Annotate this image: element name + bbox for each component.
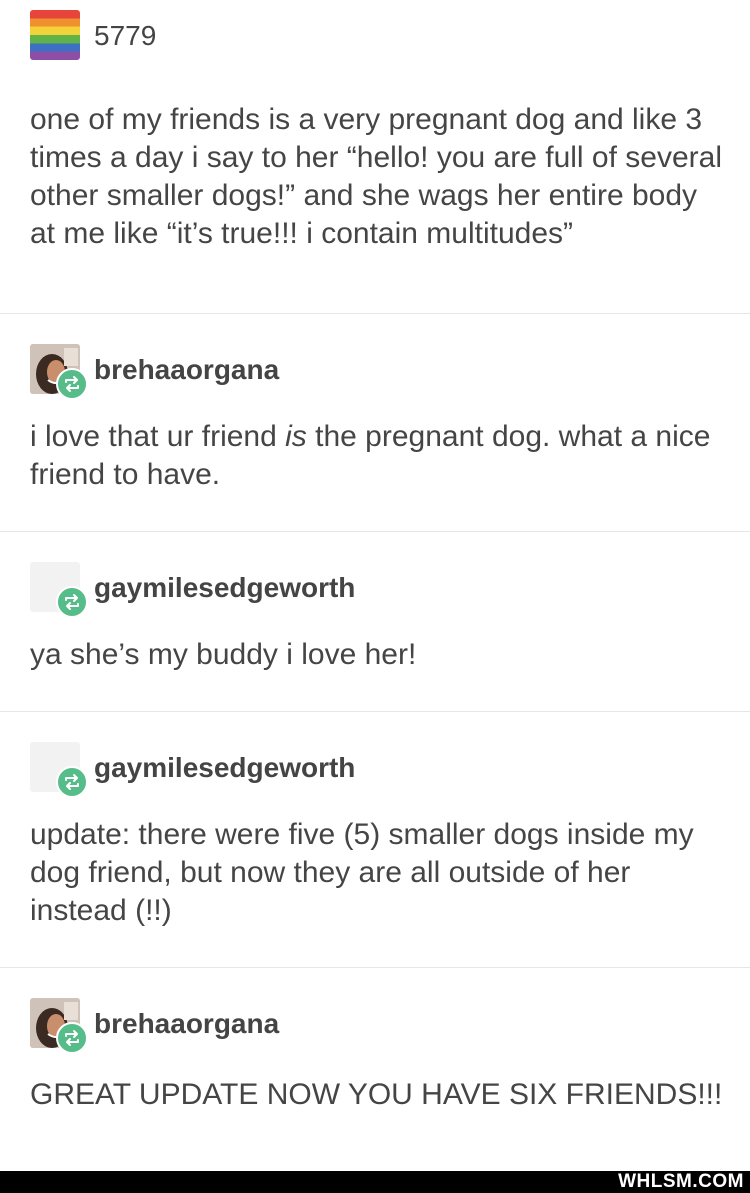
post-header: brehaaorgana xyxy=(30,998,726,1054)
reblog-arrows xyxy=(65,376,79,392)
reblog-icon xyxy=(56,766,88,798)
reblog-arrows xyxy=(65,1030,79,1046)
post-5: brehaaorgana GREAT UPDATE NOW YOU HAVE S… xyxy=(0,968,750,1171)
username[interactable]: gaymilesedgeworth xyxy=(94,572,355,604)
post-text: update: there were five (5) smaller dogs… xyxy=(30,818,694,927)
post-3: gaymilesedgeworth ya she’s my buddy i lo… xyxy=(0,532,750,712)
post-header: gaymilesedgeworth xyxy=(30,742,726,798)
reblog-arrows xyxy=(65,774,79,790)
post-text: ya she’s my buddy i love her! xyxy=(30,638,417,671)
post-header: brehaaorgana xyxy=(30,344,726,400)
username[interactable]: gaymilesedgeworth xyxy=(94,752,355,784)
username[interactable]: brehaaorgana xyxy=(94,1008,279,1040)
footer-bar: WHLSM.COM xyxy=(0,1171,750,1193)
post-text-emphasis: is xyxy=(285,420,307,453)
rainbow-flag-avatar[interactable] xyxy=(30,10,80,60)
reblog-icon xyxy=(56,586,88,618)
post-text-start: i love that ur friend xyxy=(30,420,286,453)
username[interactable]: brehaaorgana xyxy=(94,354,279,386)
post-2: brehaaorgana i love that ur friend is th… xyxy=(0,314,750,532)
post-header: gaymilesedgeworth xyxy=(30,562,726,618)
watermark: WHLSM.COM xyxy=(618,1171,744,1192)
username[interactable]: 5779 xyxy=(94,20,156,52)
post-text: GREAT UPDATE NOW YOU HAVE SIX FRIENDS!!! xyxy=(30,1078,723,1111)
post-1: 5779 one of my friends is a very pregnan… xyxy=(0,0,750,314)
reblog-icon xyxy=(56,1022,88,1054)
post-text: one of my friends is a very pregnant dog… xyxy=(30,103,722,250)
post-4: gaymilesedgeworth update: there were fiv… xyxy=(0,712,750,968)
post-header: 5779 xyxy=(30,10,726,62)
reblog-arrows xyxy=(65,594,79,610)
reblog-icon xyxy=(56,368,88,400)
post-text: i love that ur friend is the pregnant do… xyxy=(30,418,726,494)
